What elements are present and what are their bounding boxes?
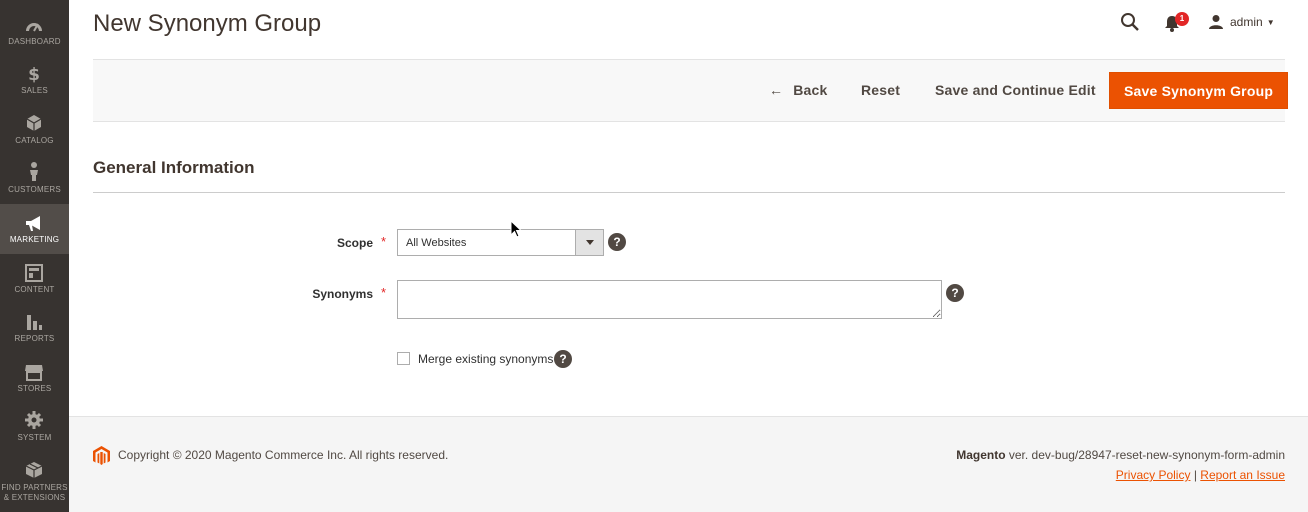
admin-sidebar: DASHBOARD $ SALES CATALOG CUSTOMERS MARK… [0,0,69,512]
brand-name: Magento [956,448,1006,462]
link-separator: | [1193,468,1197,482]
notifications-button[interactable]: 1 [1164,12,1190,34]
version-info: Magento ver. dev-bug/28947-reset-new-syn… [956,448,1285,462]
privacy-policy-link[interactable]: Privacy Policy [1116,468,1191,482]
user-icon [1209,15,1223,29]
sidebar-item-reports[interactable]: REPORTS [0,304,69,354]
back-button-label: Back [793,82,828,98]
gear-icon [25,411,43,429]
section-title: General Information [93,158,255,177]
sidebar-item-sales[interactable]: $ SALES [0,50,69,100]
footer-links: Privacy Policy | Report an Issue [1116,468,1285,482]
save-continue-button-label: Save and Continue Edit [935,82,1096,98]
version-text: ver. dev-bug/28947-reset-new-synonym-for… [1005,448,1285,462]
sidebar-item-label: REPORTS [14,334,55,343]
cube-icon [26,115,42,131]
sidebar-item-label: SYSTEM [17,433,52,442]
save-synonym-group-button[interactable]: Save Synonym Group [1109,72,1289,109]
sidebar-item-dashboard[interactable]: DASHBOARD [0,0,69,50]
dropdown-trigger[interactable] [575,230,603,255]
synonyms-label: Synonyms [312,287,373,301]
sidebar-item-label: SALES [21,86,48,95]
sidebar-item-catalog[interactable]: CATALOG [0,100,69,150]
arrow-left-icon: ← [769,82,784,98]
save-continue-button[interactable]: Save and Continue Edit [935,72,1096,109]
layout-icon [25,264,43,282]
page-actions-bar: ← Back Reset Save and Continue Edit Save … [93,59,1289,122]
caret-down-icon [586,240,594,245]
sidebar-item-customers[interactable]: CUSTOMERS [0,150,69,200]
sidebar-item-label: FIND PARTNERS [1,483,68,492]
chevron-down-icon: ▼ [1266,17,1275,27]
merge-synonyms-label[interactable]: Merge existing synonyms [418,352,553,366]
required-indicator: * [381,285,387,300]
sidebar-item-marketing[interactable]: MARKETING [0,204,69,254]
required-indicator: * [381,234,387,249]
sidebar-item-label: STORES [17,384,52,393]
bar-chart-icon [27,315,42,330]
sidebar-item-label: CATALOG [15,136,54,145]
dollar-icon: $ [28,65,40,84]
user-name: admin [1230,15,1263,29]
sidebar-item-label: MARKETING [9,235,60,244]
sidebar-item-stores[interactable]: STORES [0,354,69,404]
mouse-cursor-icon [510,220,523,238]
search-icon [1121,13,1139,31]
scope-selected-value: All Websites [406,237,467,249]
back-button[interactable]: ← Back [769,72,827,109]
megaphone-icon [26,216,40,231]
scope-help-icon[interactable]: ? [608,233,626,251]
save-button-label: Save Synonym Group [1124,83,1274,99]
scope-label: Scope [336,236,373,250]
page-title: New Synonym Group [93,10,322,37]
svg-text:$: $ [28,65,40,84]
admin-user-menu[interactable]: admin ▼ [1208,12,1275,32]
sidebar-item-label: & EXTENSIONS [3,493,66,502]
page-footer: Copyright © 2020 Magento Commerce Inc. A… [69,416,1308,512]
merge-synonyms-checkbox[interactable] [397,352,410,365]
reset-button[interactable]: Reset [861,72,900,109]
reset-button-label: Reset [861,82,901,98]
search-button[interactable] [1120,12,1140,32]
sidebar-item-content[interactable]: CONTENT [0,254,69,304]
notification-count-badge: 1 [1175,12,1189,26]
merge-help-icon[interactable]: ? [554,350,572,368]
magento-logo-icon [93,446,110,465]
sidebar-item-label: CUSTOMERS [8,185,61,194]
sidebar-item-label: DASHBOARD [8,37,61,46]
synonyms-help-icon[interactable]: ? [946,284,964,302]
box-icon [25,462,43,478]
section-divider [93,192,1285,193]
report-issue-link[interactable]: Report an Issue [1200,468,1285,482]
sidebar-item-system[interactable]: SYSTEM [0,404,69,454]
store-icon [25,365,43,381]
scope-select[interactable]: All Websites [397,229,604,256]
sidebar-item-label: CONTENT [14,285,55,294]
synonyms-textarea[interactable] [397,280,942,319]
person-icon [30,162,38,181]
sidebar-item-find-partners[interactable]: FIND PARTNERS & EXTENSIONS [0,454,69,512]
dashboard-icon [26,23,42,32]
copyright-text: Copyright © 2020 Magento Commerce Inc. A… [118,448,449,462]
